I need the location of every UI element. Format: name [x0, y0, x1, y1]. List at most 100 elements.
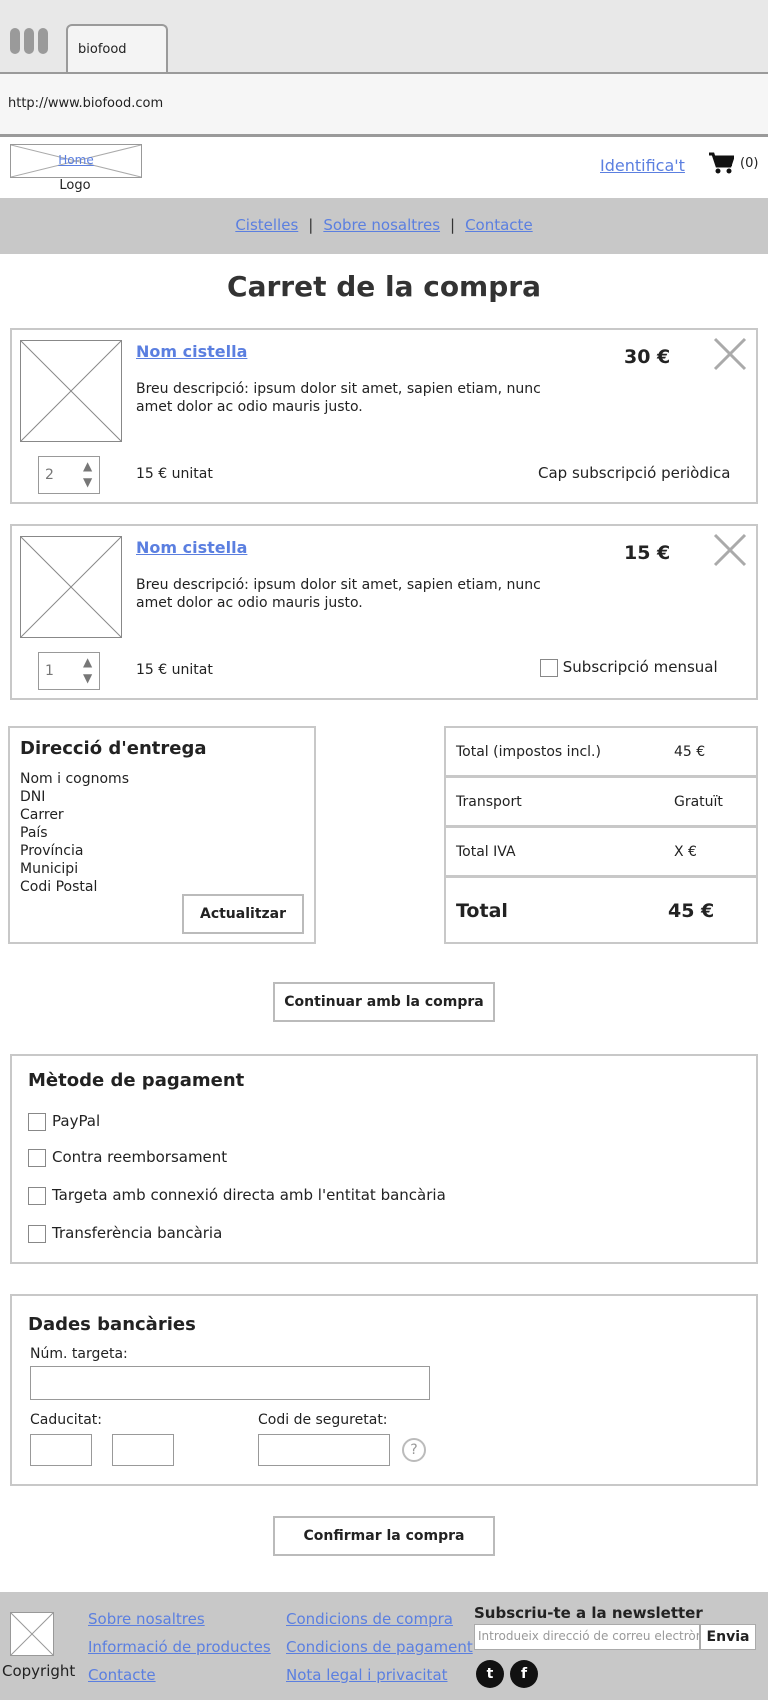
payment-option-transfer[interactable]: Transferència bancària	[28, 1224, 222, 1243]
decrement-icon[interactable]: ▼	[83, 671, 92, 685]
quantity-value[interactable]: 2	[45, 467, 54, 483]
unit-price: 15 € unitat	[136, 662, 213, 678]
payment-option-label: Transferència bancària	[52, 1224, 223, 1242]
security-code-input[interactable]	[258, 1434, 390, 1466]
main-nav: Cistelles | Sobre nosaltres | Contacte	[0, 198, 768, 254]
payment-option-paypal[interactable]: PayPal	[28, 1112, 100, 1131]
quantity-stepper[interactable]: 1 ▲ ▼	[38, 652, 100, 690]
remove-item-icon[interactable]	[712, 336, 748, 376]
totals-label: Total IVA	[456, 844, 516, 860]
newsletter-email-input[interactable]: Introdueix direcció de correu electrònic	[474, 1624, 700, 1650]
security-code-label: Codi de seguretat:	[258, 1412, 388, 1428]
window-dot-icon[interactable]	[24, 28, 34, 54]
payment-option-label: Targeta amb connexió directa amb l'entit…	[52, 1186, 446, 1204]
item-name-link[interactable]: Nom cistella	[136, 342, 247, 361]
item-description: Breu descripció: ipsum dolor sit amet, s…	[136, 381, 541, 415]
twitter-icon[interactable]: t	[476, 1660, 504, 1688]
cart-item: Nom cistella Breu descripció: ipsum dolo…	[10, 524, 758, 700]
paypal-checkbox[interactable]	[28, 1112, 46, 1131]
address-field: Codi Postal	[20, 879, 98, 895]
continue-purchase-button[interactable]: Continuar amb la compra	[273, 982, 495, 1022]
window-controls[interactable]	[10, 28, 52, 58]
logo-label: Logo	[59, 178, 91, 193]
decrement-icon[interactable]: ▼	[83, 475, 92, 489]
payment-option-card[interactable]: Targeta amb connexió directa amb l'entit…	[28, 1186, 446, 1205]
help-icon[interactable]: ?	[402, 1438, 426, 1462]
browser-tab[interactable]: biofood	[66, 24, 168, 72]
footer: Copyright Sobre nosaltres Informació de …	[0, 1592, 768, 1700]
product-image	[20, 536, 122, 638]
transfer-checkbox[interactable]	[28, 1224, 46, 1243]
footer-link-payment-terms[interactable]: Condicions de pagament	[286, 1638, 473, 1656]
address-field: País	[20, 825, 48, 841]
card-number-input[interactable]	[30, 1366, 430, 1400]
window-dot-icon[interactable]	[10, 28, 20, 54]
logo[interactable]: Home	[10, 144, 142, 178]
image-placeholder-icon	[20, 536, 122, 638]
totals-label: Total (impostos incl.)	[456, 744, 601, 760]
cod-checkbox[interactable]	[28, 1148, 46, 1167]
footer-link-products[interactable]: Informació de productes	[88, 1638, 271, 1656]
remove-item-icon[interactable]	[712, 532, 748, 572]
expiry-month-input[interactable]	[30, 1434, 92, 1466]
newsletter-title: Subscriu-te a la newsletter	[474, 1604, 703, 1622]
grand-total-value: 45 €	[668, 900, 715, 922]
payment-option-label: PayPal	[52, 1112, 101, 1130]
footer-link-legal[interactable]: Nota legal i privacitat	[286, 1666, 448, 1684]
totals-value: X €	[674, 844, 697, 860]
footer-link-purchase-terms[interactable]: Condicions de compra	[286, 1610, 453, 1628]
grand-total-row: Total 45 €	[446, 884, 756, 934]
item-description: Breu descripció: ipsum dolor sit amet, s…	[136, 577, 541, 611]
increment-icon[interactable]: ▲	[83, 655, 92, 669]
subscription-checkbox[interactable]	[540, 658, 558, 677]
footer-logo	[10, 1612, 54, 1656]
cart-icon[interactable]	[708, 152, 736, 178]
nav-contacte[interactable]: Contacte	[465, 216, 533, 234]
card-checkbox[interactable]	[28, 1186, 46, 1205]
image-placeholder-icon	[10, 1612, 54, 1656]
payment-option-label: Contra reemborsament	[52, 1148, 228, 1166]
expiry-year-input[interactable]	[112, 1434, 174, 1466]
address-fields: Nom i cognoms DNI Carrer País Província …	[20, 770, 129, 896]
nav-sobre-nosaltres[interactable]: Sobre nosaltres	[323, 216, 440, 234]
nav-cistelles[interactable]: Cistelles	[235, 216, 298, 234]
totals-row: Transport Gratuït	[446, 778, 756, 828]
card-number-label: Núm. targeta:	[30, 1346, 128, 1362]
increment-icon[interactable]: ▲	[83, 459, 92, 473]
subscription-label: Subscripció mensual	[562, 658, 718, 676]
address-bar[interactable]: http://www.biofood.com	[0, 74, 768, 137]
facebook-icon[interactable]: f	[510, 1660, 538, 1688]
cart-item: Nom cistella Breu descripció: ipsum dolo…	[10, 328, 758, 504]
window-dot-icon[interactable]	[38, 28, 48, 54]
address-field: DNI	[20, 789, 46, 805]
quantity-value[interactable]: 1	[45, 663, 54, 679]
item-price: 15 €	[624, 542, 671, 564]
product-image	[20, 340, 122, 442]
confirm-purchase-button[interactable]: Confirmar la compra	[273, 1516, 495, 1556]
address-field: Carrer	[20, 807, 64, 823]
payment-method-panel: Mètode de pagament PayPal Contra reembor…	[10, 1054, 758, 1264]
bank-details-panel: Dades bancàries Núm. targeta: Caducitat:…	[10, 1294, 758, 1486]
quantity-stepper[interactable]: 2 ▲ ▼	[38, 456, 100, 494]
tab-title: biofood	[78, 42, 127, 57]
url-text[interactable]: http://www.biofood.com	[8, 96, 163, 111]
grand-total-label: Total	[456, 900, 508, 922]
bank-title: Dades bancàries	[28, 1314, 196, 1335]
nav-separator: |	[450, 216, 456, 234]
newsletter-send-button[interactable]: Envia	[700, 1624, 756, 1650]
payment-title: Mètode de pagament	[28, 1070, 245, 1091]
browser-tab-bar: biofood	[0, 0, 768, 74]
subscription-status: Cap subscripció periòdica	[538, 464, 731, 482]
footer-link-contact[interactable]: Contacte	[88, 1666, 156, 1684]
cart-count: (0)	[740, 156, 759, 171]
footer-link-about[interactable]: Sobre nosaltres	[88, 1610, 205, 1628]
item-name-link[interactable]: Nom cistella	[136, 538, 247, 557]
update-address-button[interactable]: Actualitzar	[182, 894, 304, 934]
totals-row: Total IVA X €	[446, 828, 756, 878]
login-link[interactable]: Identifica't	[600, 156, 685, 175]
totals-row: Total (impostos incl.) 45 €	[446, 728, 756, 778]
home-link[interactable]: Home	[11, 153, 141, 167]
subscription-option[interactable]: Subscripció mensual	[540, 658, 718, 677]
delivery-address-panel: Direcció d'entrega Nom i cognoms DNI Car…	[8, 726, 316, 944]
payment-option-cod[interactable]: Contra reemborsament	[28, 1148, 227, 1167]
